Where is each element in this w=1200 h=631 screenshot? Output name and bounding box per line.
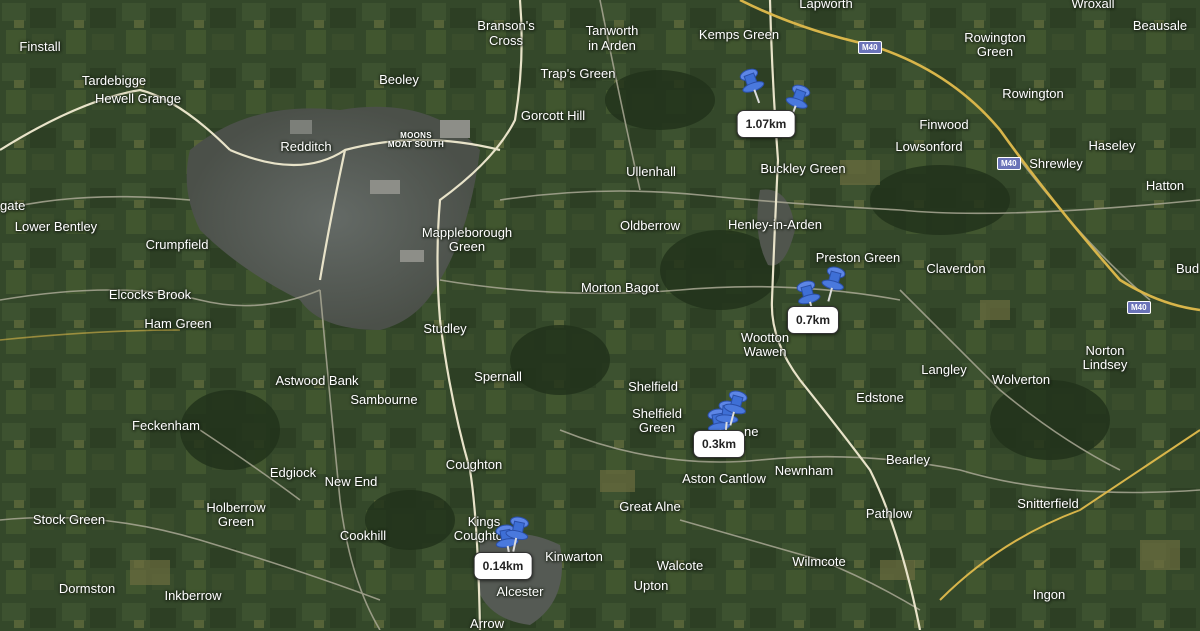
place-tanworth-in-arden: in Arden xyxy=(588,38,636,53)
place-new-end: New End xyxy=(324,474,378,489)
place-traps-green: Trap's Green xyxy=(540,66,616,81)
m40-shield: M40 xyxy=(997,157,1021,170)
place-ingon: Ingon xyxy=(1032,587,1066,602)
place-kemps-green: Kemps Green xyxy=(698,27,780,42)
place-bransons-cross: Cross xyxy=(489,33,523,48)
place-beausale: Beausale xyxy=(1132,18,1188,33)
place-newnham: Newnham xyxy=(774,463,834,478)
place-cookhill: Cookhill xyxy=(339,528,387,543)
place-finstall: Finstall xyxy=(19,39,61,54)
place-rowington: Rowington xyxy=(1002,86,1064,101)
distance-label: 1.07km xyxy=(736,110,796,138)
place-aston-cantlow: Aston Cantlow xyxy=(682,471,766,486)
place-shelfield-green: Green xyxy=(638,420,676,435)
place-lower-bentley: Lower Bentley xyxy=(14,219,98,234)
place-beoley: Beoley xyxy=(379,72,419,87)
place-shrewley: Shrewley xyxy=(1029,156,1083,171)
place-bearley: Bearley xyxy=(885,452,931,467)
place-rowington-green: Green xyxy=(976,44,1014,59)
place-tanworth-in-arden: Tanworth xyxy=(585,23,639,38)
place-henley-in-arden: Henley-in-Arden xyxy=(728,217,822,232)
place-wolverton: Wolverton xyxy=(991,372,1051,387)
place-alcester: Alcester xyxy=(496,584,544,599)
place-norton-lindsey: Lindsey xyxy=(1082,357,1128,372)
place-elcocks-brook: Elcocks Brook xyxy=(108,287,192,302)
place-moons-moat-south: MOONS xyxy=(400,131,432,140)
distance-label: 0.7km xyxy=(786,306,840,334)
place-wilmcote: Wilmcote xyxy=(792,554,846,569)
pushpin-icon[interactable] xyxy=(736,66,770,106)
place-edstone: Edstone xyxy=(856,390,904,405)
place-mappleborough-green: Mappleborough xyxy=(421,225,513,240)
place-oldberrow: Oldberrow xyxy=(620,218,680,233)
place-snitterfield: Snitterfield xyxy=(1017,496,1079,511)
place-coughton: Coughton xyxy=(445,457,503,472)
pushpin-icon[interactable] xyxy=(500,514,534,554)
place-arrow: Arrow xyxy=(470,616,504,631)
place-upton: Upton xyxy=(633,578,669,593)
place-haseley: Haseley xyxy=(1088,138,1136,153)
place-bud: Bud xyxy=(1176,261,1200,276)
place-bransons-cross: Branson's xyxy=(477,18,535,33)
place-hatton: Hatton xyxy=(1145,178,1185,193)
place-lowsonford: Lowsonford xyxy=(895,139,963,154)
place-dormston: Dormston xyxy=(58,581,116,596)
place-lapworth: Lapworth xyxy=(799,0,853,11)
place-stock-green: Stock Green xyxy=(32,512,106,527)
place-wroxall: Wroxall xyxy=(1071,0,1115,11)
place-gorcott-hill: Gorcott Hill xyxy=(520,108,586,123)
place-hewell-grange: Hewell Grange xyxy=(95,91,181,106)
place-wootton-wawen: Wawen xyxy=(743,344,787,359)
m40-shield: M40 xyxy=(858,41,882,54)
pushpin-icon[interactable] xyxy=(816,264,850,304)
place-buckley-green: Buckley Green xyxy=(760,161,846,176)
place-wootton-wawen: Wootton xyxy=(740,330,790,345)
place-tardebigge: Tardebigge xyxy=(81,73,147,88)
place-ham-green: Ham Green xyxy=(144,316,212,331)
place-astwood-bank: Astwood Bank xyxy=(275,373,359,388)
place-moons-moat-south: MOAT SOUTH xyxy=(387,140,445,149)
pushpin-icon[interactable] xyxy=(718,388,752,428)
distance-label: 0.3km xyxy=(692,430,746,458)
place-finwood: Finwood xyxy=(919,117,969,132)
place-pathlow: Pathlow xyxy=(865,506,913,521)
m40-shield: M40 xyxy=(1127,301,1151,314)
place-morton-bagot: Morton Bagot xyxy=(580,280,660,295)
place-kinwarton: Kinwarton xyxy=(545,549,603,564)
place-shelfield-green: Shelfield xyxy=(632,406,682,421)
place-studley: Studley xyxy=(423,321,467,336)
place-shelfield: Shelfield xyxy=(628,379,678,394)
place-sambourne: Sambourne xyxy=(350,392,418,407)
place-langley: Langley xyxy=(921,362,967,377)
place-crumpfield: Crumpfield xyxy=(145,237,209,252)
place-walcote: Walcote xyxy=(656,558,704,573)
place-feckenham: Feckenham xyxy=(132,418,200,433)
place-edgiock: Edgiock xyxy=(269,465,317,480)
place-gate: gate xyxy=(0,198,26,213)
place-claverdon: Claverdon xyxy=(926,261,986,276)
place-spernall: Spernall xyxy=(474,369,522,384)
place-holberrow-green: Green xyxy=(217,514,255,529)
place-mappleborough-green: Green xyxy=(448,239,486,254)
place-holberrow-green: Holberrow xyxy=(206,500,266,515)
place-ullenhall: Ullenhall xyxy=(626,164,676,179)
place-preston-green: Preston Green xyxy=(815,250,901,265)
place-inkberrow: Inkberrow xyxy=(164,588,222,603)
place-redditch: Redditch xyxy=(280,139,332,154)
place-rowington-green: Rowington xyxy=(964,30,1026,45)
place-norton-lindsey: Norton xyxy=(1085,343,1125,358)
distance-label: 0.14km xyxy=(473,552,533,580)
place-great-alne: Great Alne xyxy=(619,499,681,514)
